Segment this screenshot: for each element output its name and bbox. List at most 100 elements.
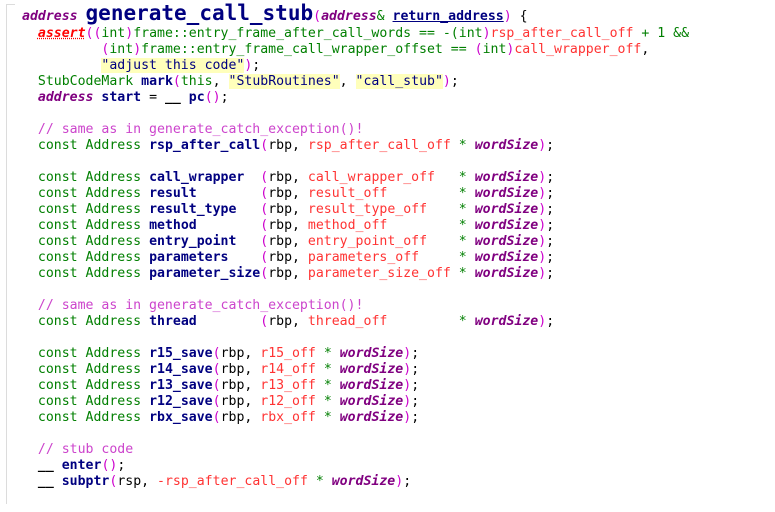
d9-open-paren: ( — [212, 346, 221, 361]
decl-variable-name: call_wrapper — [149, 170, 245, 185]
d5-semicolon: ; — [546, 234, 555, 249]
stubcodemark-name-string: "call_stub" — [355, 74, 443, 89]
d8-indent — [22, 314, 38, 329]
comment-same-as-catch-1: // same as in generate_catch_exception()… — [37, 122, 364, 137]
line-decl-call-wrapper: const Address call_wrapper (rbp, call_wr… — [22, 170, 772, 186]
assert-lhs-1: frame::entry_frame_after_call_words — [133, 26, 412, 41]
decl-base-register: rbp — [268, 202, 293, 217]
d12-open-paren: ( — [212, 394, 221, 409]
assert-lhs-2: frame::entry_frame_call_wrapper_offset — [141, 42, 443, 57]
assert-eq-1: == — [411, 26, 443, 41]
d0-open-paren: ( — [260, 138, 269, 153]
d10-comma: , — [244, 362, 261, 377]
source-lines: address generate_call_stub(address& retu… — [22, 0, 772, 490]
assert3-indent — [22, 58, 101, 73]
line-blank-1 — [22, 106, 772, 122]
assert-keyword: assert — [37, 26, 86, 41]
stubcodemark-open-paren: ( — [172, 74, 181, 89]
assert-plus: + — [633, 26, 658, 41]
d13-close-paren: ) — [403, 410, 412, 425]
decl-offset-constant: result_type_off — [307, 202, 428, 217]
d7-semicolon: ; — [546, 266, 555, 281]
signature-space3 — [512, 9, 520, 24]
comment-stub-code: // stub code — [37, 442, 134, 457]
decl-variable-name: r13_save — [149, 378, 213, 393]
decl-offset-constant: rbx_off — [260, 410, 316, 425]
line-blank-2 — [22, 154, 772, 170]
decl-variable-name: result — [149, 186, 197, 201]
decl-wordsize: wordSize — [474, 218, 539, 233]
line-decl-r15-save: const Address r15_save(rbp, r15_off * wo… — [22, 346, 772, 362]
d3-sp3 — [467, 202, 475, 217]
d9-close-paren: ) — [403, 346, 412, 361]
assert-cast4-keyword: int — [482, 42, 507, 57]
decl-offset-constant: r12_off — [260, 394, 316, 409]
signature-open-brace: { — [519, 9, 528, 24]
decl-base-register: rbp — [268, 186, 293, 201]
d4-offsetpad — [387, 218, 458, 233]
decl-const-keyword: const — [37, 250, 78, 265]
stubcodemark-arg-this: this — [180, 74, 213, 89]
d1-sp1 — [78, 170, 86, 185]
enter-semicolon: ; — [117, 458, 126, 473]
decl-variable-name: r15_save — [149, 346, 213, 361]
d10-indent — [22, 362, 38, 377]
d0-offsetpad — [451, 138, 459, 153]
decl-multiply-operator: * — [323, 362, 332, 377]
d11-sp3 — [332, 378, 340, 393]
decl-multiply-operator: * — [323, 346, 332, 361]
subptr-offset: -rsp_after_call_off — [157, 474, 308, 489]
decl-type-keyword: Address — [85, 266, 142, 281]
subptr-wordsize: wordSize — [331, 474, 396, 489]
decl-base-register: rbp — [268, 170, 293, 185]
d11-sp1 — [78, 378, 86, 393]
decl-type-keyword: Address — [85, 250, 142, 265]
d2-offsetpad — [387, 186, 458, 201]
d7-offsetpad — [451, 266, 459, 281]
stubcodemark-comma-1: , — [212, 74, 229, 89]
d12-comma: , — [244, 394, 261, 409]
decl-const-keyword: const — [37, 394, 78, 409]
decl-wordsize: wordSize — [474, 266, 539, 281]
d6-semicolon: ; — [546, 250, 555, 265]
d6-open-paren: ( — [260, 250, 269, 265]
decl-wordsize: wordSize — [339, 378, 404, 393]
decl-offset-constant: entry_point_off — [307, 234, 428, 249]
assert-andand: && — [665, 26, 690, 41]
decl-type-keyword: Address — [85, 378, 142, 393]
d5-offsetpad — [427, 234, 459, 249]
decl-multiply-operator: * — [458, 138, 467, 153]
d13-open-paren: ( — [212, 410, 221, 425]
subptr-function: subptr — [61, 474, 110, 489]
d4-sp1 — [78, 218, 86, 233]
decl-multiply-operator: * — [458, 202, 467, 217]
d6-close-paren: ) — [538, 250, 547, 265]
d2-open-paren: ( — [260, 186, 269, 201]
d7-sp2 — [141, 266, 149, 281]
decl-wordsize: wordSize — [474, 314, 539, 329]
line-decl-r13-save: const Address r13_save(rbp, r13_off * wo… — [22, 378, 772, 394]
d1-sp3 — [467, 170, 475, 185]
enter-parens: () — [101, 458, 118, 473]
decl-type-keyword: Address — [85, 202, 142, 217]
d3-indent — [22, 202, 38, 217]
d3-sp2 — [141, 202, 149, 217]
assert-cast3-keyword: int — [109, 42, 134, 57]
d13-sp2 — [141, 410, 149, 425]
assert-cast2-keyword: int — [458, 26, 483, 41]
d5-open-paren: ( — [260, 234, 269, 249]
decl-base-register: rbp — [268, 138, 293, 153]
d1-comma: , — [292, 170, 308, 185]
d5-sp3 — [467, 234, 475, 249]
decl-offset-constant: parameter_size_off — [307, 266, 451, 281]
decl-type-keyword: Address — [85, 314, 142, 329]
decl-multiply-operator: * — [323, 378, 332, 393]
decl-offset-constant: thread_off — [307, 314, 388, 329]
enter-function: enter — [61, 458, 102, 473]
start-call-pc: pc — [188, 90, 205, 105]
d4-namepad — [197, 218, 261, 233]
d7-sp3 — [467, 266, 475, 281]
enter-sp — [54, 458, 62, 473]
start-type: address — [37, 90, 94, 105]
d10-semicolon: ; — [411, 362, 420, 377]
